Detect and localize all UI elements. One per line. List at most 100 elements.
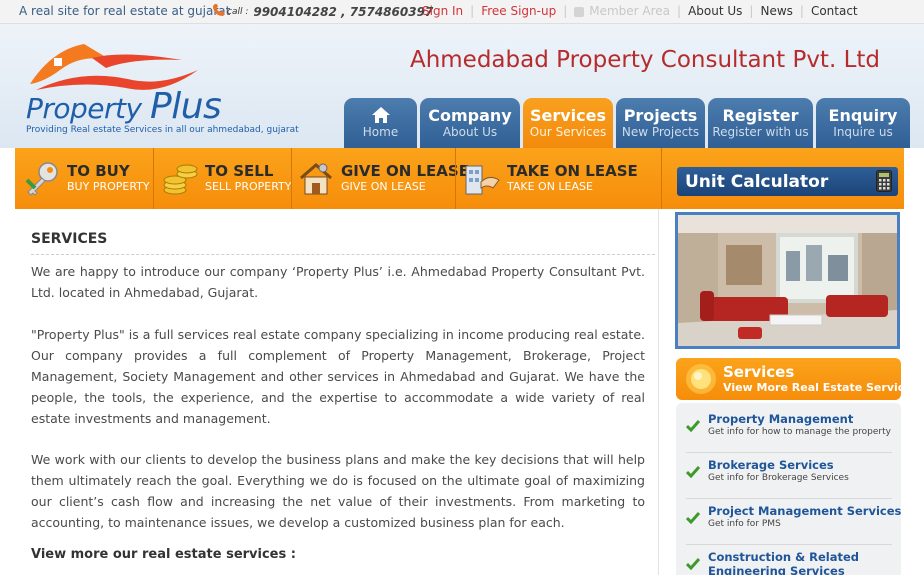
contact-link[interactable]: Contact [811, 4, 858, 18]
nav-company-sub: About Us [442, 124, 498, 139]
nav-projects-title: Projects [623, 105, 698, 125]
check-icon [686, 558, 700, 570]
nav-services-title: Services [529, 105, 607, 125]
service-item-sub: Get info for how to manage the property [708, 427, 891, 437]
nav-services-sub: Our Services [529, 124, 607, 139]
free-signup-link[interactable]: Free Sign-up [481, 4, 556, 18]
nav-register-title: Register [722, 105, 799, 125]
view-more-heading: View more our real estate services : [31, 547, 296, 562]
page-title: SERVICES [31, 231, 108, 247]
service-item-sub: Get info for Brokerage Services [708, 473, 849, 483]
services-box-title: Services [723, 363, 795, 381]
divider [153, 148, 154, 209]
nav-tab-register[interactable]: Register Register with us [708, 98, 813, 148]
services-box-sub: View More Real Estate Services [723, 381, 919, 394]
to-sell-link[interactable]: TO SELL SELL PROPERTY [161, 148, 292, 209]
list-item[interactable]: Brokerage Services Get info for Brokerag… [676, 453, 901, 499]
sun-icon [686, 364, 716, 394]
separator: | [563, 4, 568, 18]
phone-icon [212, 3, 226, 21]
divider [455, 148, 456, 209]
home-icon [371, 107, 390, 123]
services-box-button[interactable]: Services View More Real Estate Services [676, 358, 918, 400]
action-bar: TO BUY BUY PROPERTY TO SELL SELL PROPERT… [15, 148, 904, 209]
service-item-title: Construction & Related [708, 550, 859, 564]
top-bar: A real site for real estate at gujarat c… [0, 0, 924, 24]
calculator-icon [876, 170, 892, 192]
nav-enquiry-title: Enquiry [828, 105, 898, 125]
sign-in-link[interactable]: Sign In [422, 4, 463, 18]
company-name: Ahmedabad Property Consultant Pvt. Ltd [409, 47, 880, 73]
list-item[interactable]: Project Management Services Get info for… [676, 499, 901, 545]
logo-word-property: Property [26, 92, 150, 125]
phone-numbers: 9904104282 , 7574860397 [253, 5, 434, 19]
call-info: call : 9904104282 , 7574860397 [212, 3, 433, 21]
about-us-link[interactable]: About Us [688, 4, 742, 18]
list-item[interactable]: Construction & Related Engineering Servi… [676, 545, 901, 575]
give-on-lease-sub: GIVE ON LEASE [341, 180, 426, 193]
site-header: Property Plus Providing Real estate Serv… [0, 24, 924, 148]
intro-paragraph: We are happy to introduce our company ‘P… [31, 264, 645, 300]
to-sell-sub: SELL PROPERTY [205, 180, 292, 193]
unit-calculator-button[interactable]: Unit Calculator [677, 167, 898, 196]
nav-tab-home[interactable]: Home [344, 98, 417, 148]
service-item-title: Project Management Services [708, 504, 902, 518]
take-on-lease-link[interactable]: TAKE ON LEASE TAKE ON LEASE [463, 148, 638, 209]
news-link[interactable]: News [760, 4, 792, 18]
nav-projects-sub: New Projects [621, 124, 700, 139]
property-plus-logo[interactable]: Property Plus Providing Real estate Serv… [22, 40, 312, 142]
nav-tab-services[interactable]: Services Our Services [523, 98, 613, 148]
call-label: call : [227, 7, 249, 17]
nav-tab-company[interactable]: Company About Us [420, 98, 520, 148]
take-on-lease-sub: TAKE ON LEASE [507, 180, 593, 193]
to-buy-sub: BUY PROPERTY [67, 180, 150, 193]
services-list: Property Management Get info for how to … [676, 403, 901, 575]
key-icon [25, 161, 58, 196]
clients-paragraph: We work with our clients to develop the … [31, 452, 645, 530]
separator: | [677, 4, 682, 18]
to-buy-title: TO BUY [67, 162, 130, 180]
give-on-lease-title: GIVE ON LEASE [341, 162, 469, 180]
service-item-sub: Get info for PMS [708, 519, 781, 529]
nav-tab-projects[interactable]: Projects New Projects [616, 98, 705, 148]
nav-register-sub: Register with us [712, 124, 809, 139]
check-icon [686, 512, 700, 524]
services-content: SERVICES We are happy to introduce our c… [15, 209, 659, 575]
sidebar: Services View More Real Estate Services … [672, 209, 918, 575]
coins-icon [163, 164, 198, 194]
divider [291, 148, 292, 209]
logo-slogan: Providing Real estate Services in all ou… [26, 125, 299, 135]
logo-word-plus: Plus [150, 86, 222, 127]
nav-tab-enquiry[interactable]: Enquiry Inquire us [816, 98, 910, 148]
heading-divider [31, 254, 655, 255]
to-sell-title: TO SELL [205, 162, 274, 180]
divider [661, 148, 662, 209]
nav-home-label: Home [362, 125, 399, 139]
member-area-link[interactable]: Member Area [574, 4, 670, 18]
building-handshake-icon [465, 165, 500, 194]
list-item[interactable]: Property Management Get info for how to … [676, 407, 901, 453]
separator: | [799, 4, 804, 18]
take-on-lease-title: TAKE ON LEASE [507, 162, 638, 180]
service-item-title-line2: Engineering Services [708, 564, 845, 575]
main-nav: Home Company About Us Services Our Servi… [344, 98, 910, 148]
nav-company-title: Company [428, 105, 512, 125]
house-lease-icon [300, 162, 332, 194]
separator: | [470, 4, 475, 18]
give-on-lease-link[interactable]: GIVE ON LEASE GIVE ON LEASE [297, 148, 469, 209]
about-paragraph: "Property Plus" is a full services real … [31, 327, 646, 426]
separator: | [749, 4, 754, 18]
unit-calculator-label: Unit Calculator [685, 171, 829, 192]
living-room-photo [675, 212, 900, 349]
logo-wordmark: Property Plus [26, 86, 222, 127]
service-item-title: Property Management [708, 412, 854, 426]
check-icon [686, 466, 700, 478]
to-buy-link[interactable]: TO BUY BUY PROPERTY [23, 148, 150, 209]
service-item-title: Brokerage Services [708, 458, 834, 472]
lock-icon [574, 7, 585, 17]
member-area-label: Member Area [589, 4, 671, 18]
nav-enquiry-sub: Inquire us [833, 124, 893, 139]
top-links: Sign In | Free Sign-up | Member Area | A… [422, 4, 858, 18]
check-icon [686, 420, 700, 432]
site-tagline: A real site for real estate at gujarat [19, 4, 231, 18]
